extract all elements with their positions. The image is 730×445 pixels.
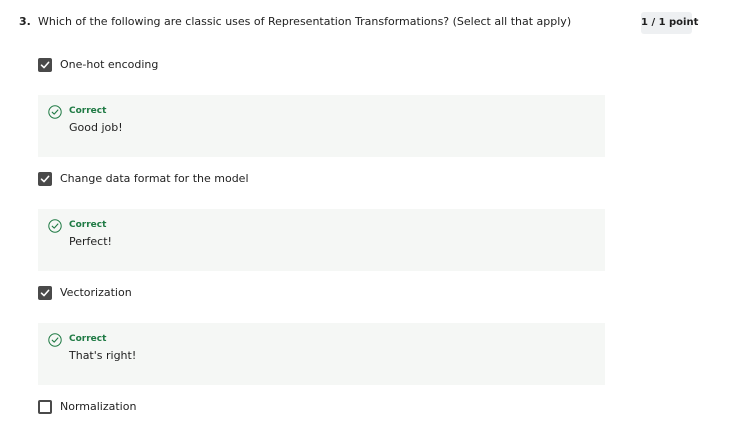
option-label: Normalization [60, 400, 137, 413]
option-label: Vectorization [60, 286, 132, 299]
feedback-status: Correct [69, 220, 107, 230]
checkbox-checked-icon[interactable] [38, 172, 52, 186]
feedback-message: Good job! [69, 121, 123, 134]
feedback-message: Perfect! [69, 235, 112, 248]
check-circle-icon [48, 332, 62, 347]
feedback-message: That's right! [69, 349, 137, 362]
feedback-status: Correct [69, 334, 107, 344]
option-normalization[interactable]: Normalization [38, 399, 136, 415]
check-circle-icon [48, 218, 62, 233]
option-label: One-hot encoding [60, 58, 159, 71]
question-number: 3. [19, 15, 31, 28]
feedback-panel: Correct Good job! [38, 95, 605, 157]
option-one-hot-encoding[interactable]: One-hot encoding [38, 57, 158, 73]
option-change-data-format[interactable]: Change data format for the model [38, 171, 249, 187]
checkbox-unchecked-icon[interactable] [38, 400, 52, 414]
option-label: Change data format for the model [60, 172, 249, 185]
feedback-status: Correct [69, 106, 107, 116]
feedback-panel: Correct That's right! [38, 323, 605, 385]
checkbox-checked-icon[interactable] [38, 58, 52, 72]
feedback-panel: Correct Perfect! [38, 209, 605, 271]
question-text: Which of the following are classic uses … [38, 15, 572, 28]
check-circle-icon [48, 104, 62, 119]
score-badge: 1 / 1 point [641, 12, 698, 34]
option-vectorization[interactable]: Vectorization [38, 285, 132, 301]
checkbox-checked-icon[interactable] [38, 286, 52, 300]
